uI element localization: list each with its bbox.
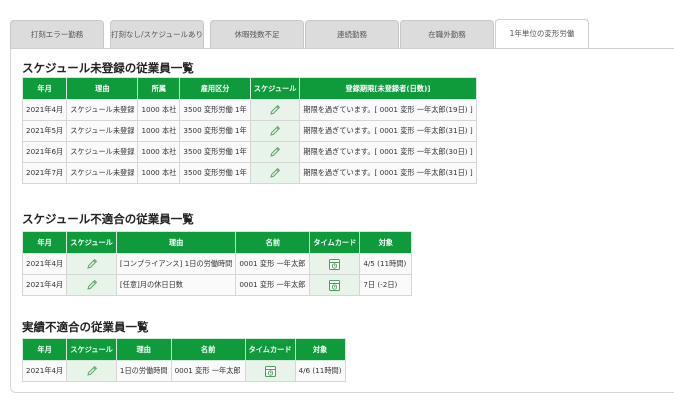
cell-reason: 1日の労働時間	[115, 360, 172, 382]
cell-timecard	[309, 253, 361, 275]
cell-deadline: 期限を過ぎています。[ 0001 変形 一年太郎(31日) ]	[299, 162, 477, 184]
cell-month: 2021年7月	[21, 162, 68, 184]
cell-name: 0001 変形 一年太郎	[235, 253, 311, 275]
col-header-timecard: タイムカード	[244, 338, 296, 361]
col-header-name: 名前	[235, 231, 311, 254]
cell-reason: スケジュール未登録	[66, 162, 139, 184]
pencil-icon[interactable]	[268, 145, 282, 159]
tab-outside-employment[interactable]: 在職外勤務	[400, 20, 494, 48]
tab-divider	[10, 48, 674, 49]
cell-reason: スケジュール未登録	[66, 141, 139, 163]
cell-deadline: 期限を過ぎています。[ 0001 変形 一年太郎(31日) ]	[299, 120, 477, 142]
section-title-schedule-mismatch: スケジュール不適合の従業員一覧	[22, 212, 194, 226]
section-title-actual-mismatch: 実績不適合の従業員一覧	[22, 320, 149, 334]
section-title-unregistered: スケジュール未登録の従業員一覧	[22, 61, 194, 75]
cell-timecard	[309, 274, 361, 296]
cell-employment-type: 3500 変形労働 1年	[179, 99, 251, 121]
cell-schedule	[66, 253, 117, 275]
col-header-reason: 理由	[115, 338, 172, 361]
cell-name: 0001 変形 一年太郎	[170, 360, 246, 382]
table-row: 2021年5月 スケジュール未登録 1000 本社 3500 変形労働 1年 期…	[21, 120, 477, 142]
tab-consecutive-work[interactable]: 連続勤務	[305, 20, 399, 48]
cell-reason: [コンプライアンス] 1日の労働時間	[115, 253, 237, 275]
pencil-icon[interactable]	[268, 166, 282, 180]
col-header-schedule: スケジュール	[66, 231, 117, 254]
col-header-month: 年月	[21, 77, 68, 100]
cell-month: 2021年4月	[21, 253, 68, 275]
cell-reason: スケジュール未登録	[66, 120, 139, 142]
cell-month: 2021年4月	[21, 99, 68, 121]
pencil-icon[interactable]	[85, 278, 99, 292]
cell-month: 2021年4月	[21, 274, 68, 296]
cell-timecard	[244, 360, 296, 382]
col-header-target: 対象	[359, 231, 413, 254]
col-header-employment-type: 雇用区分	[179, 77, 251, 100]
pencil-icon[interactable]	[268, 103, 282, 117]
cell-month: 2021年5月	[21, 120, 68, 142]
pencil-icon[interactable]	[85, 364, 99, 378]
cell-reason: [任意]月の休日日数	[115, 274, 237, 296]
tab-annual-variable-labor[interactable]: 1年単位の変形労働	[495, 19, 589, 49]
cell-month: 2021年6月	[21, 141, 68, 163]
tab-punch-error[interactable]: 打刻エラー勤務	[10, 20, 104, 48]
tab-no-punch-with-schedule[interactable]: 打刻なし/スケジュールあり	[110, 20, 204, 48]
cell-employment-type: 3500 変形労働 1年	[179, 141, 251, 163]
cell-employment-type: 3500 変形労働 1年	[179, 120, 251, 142]
col-header-name: 名前	[170, 338, 246, 361]
cell-deadline: 期限を過ぎています。[ 0001 変形 一年太郎(19日) ]	[299, 99, 477, 121]
col-header-month: 年月	[21, 338, 68, 361]
table-row: 2021年4月 1日の労働時間 0001 変形 一年太郎 4/6 (11時間)	[21, 360, 346, 382]
cell-dept: 1000 本社	[137, 162, 181, 184]
col-header-target: 対象	[294, 338, 346, 361]
cell-schedule	[66, 360, 117, 382]
col-header-month: 年月	[21, 231, 68, 254]
cell-deadline: 期限を過ぎています。[ 0001 変形 一年太郎(30日) ]	[299, 141, 477, 163]
timecard-icon[interactable]	[328, 258, 341, 271]
cell-month: 2021年4月	[21, 360, 68, 382]
cell-schedule	[66, 274, 117, 296]
pencil-icon[interactable]	[268, 124, 282, 138]
cell-schedule	[249, 141, 301, 163]
cell-schedule	[249, 120, 301, 142]
cell-name: 0001 変形 一年太郎	[235, 274, 311, 296]
table-row: 2021年6月 スケジュール未登録 1000 本社 3500 変形労働 1年 期…	[21, 141, 477, 163]
cell-target: 4/6 (11時間)	[294, 360, 346, 382]
actual-mismatch-table: 年月 スケジュール 理由 名前 タイムカード 対象 2021年4月 1日の労働時…	[21, 338, 346, 382]
cell-dept: 1000 本社	[137, 120, 181, 142]
timecard-icon[interactable]	[264, 365, 277, 378]
cell-dept: 1000 本社	[137, 141, 181, 163]
table-row: 2021年7月 スケジュール未登録 1000 本社 3500 変形労働 1年 期…	[21, 162, 477, 184]
table-row: 2021年4月 [任意]月の休日日数 0001 変形 一年太郎 7日 (-2日)	[21, 274, 413, 296]
table-row: 2021年4月 スケジュール未登録 1000 本社 3500 変形労働 1年 期…	[21, 99, 477, 121]
cell-schedule	[249, 99, 301, 121]
unregistered-table: 年月 理由 所属 雇用区分 スケジュール 登録期限[未登録者(日数)] 2021…	[21, 77, 477, 184]
pencil-icon[interactable]	[85, 257, 99, 271]
cell-dept: 1000 本社	[137, 99, 181, 121]
cell-target: 7日 (-2日)	[359, 274, 413, 296]
timecard-icon[interactable]	[328, 279, 341, 292]
col-header-schedule: スケジュール	[249, 77, 301, 100]
col-header-schedule: スケジュール	[66, 338, 117, 361]
cell-employment-type: 3500 変形労働 1年	[179, 162, 251, 184]
cell-schedule	[249, 162, 301, 184]
col-header-reason: 理由	[66, 77, 139, 100]
schedule-mismatch-table: 年月 スケジュール 理由 名前 タイムカード 対象 2021年4月 [コンプライ…	[21, 231, 413, 296]
col-header-deadline: 登録期限[未登録者(日数)]	[299, 77, 477, 100]
tab-bar: 打刻エラー勤務 打刻なし/スケジュールあり 休暇残数不足 連続勤務 在職外勤務 …	[10, 19, 674, 49]
tab-leave-balance-short[interactable]: 休暇残数不足	[210, 20, 304, 48]
col-header-timecard: タイムカード	[309, 231, 361, 254]
col-header-reason: 理由	[115, 231, 237, 254]
col-header-dept: 所属	[137, 77, 181, 100]
table-row: 2021年4月 [コンプライアンス] 1日の労働時間 0001 変形 一年太郎 …	[21, 253, 413, 275]
cell-reason: スケジュール未登録	[66, 99, 139, 121]
cell-target: 4/5 (11時間)	[359, 253, 413, 275]
